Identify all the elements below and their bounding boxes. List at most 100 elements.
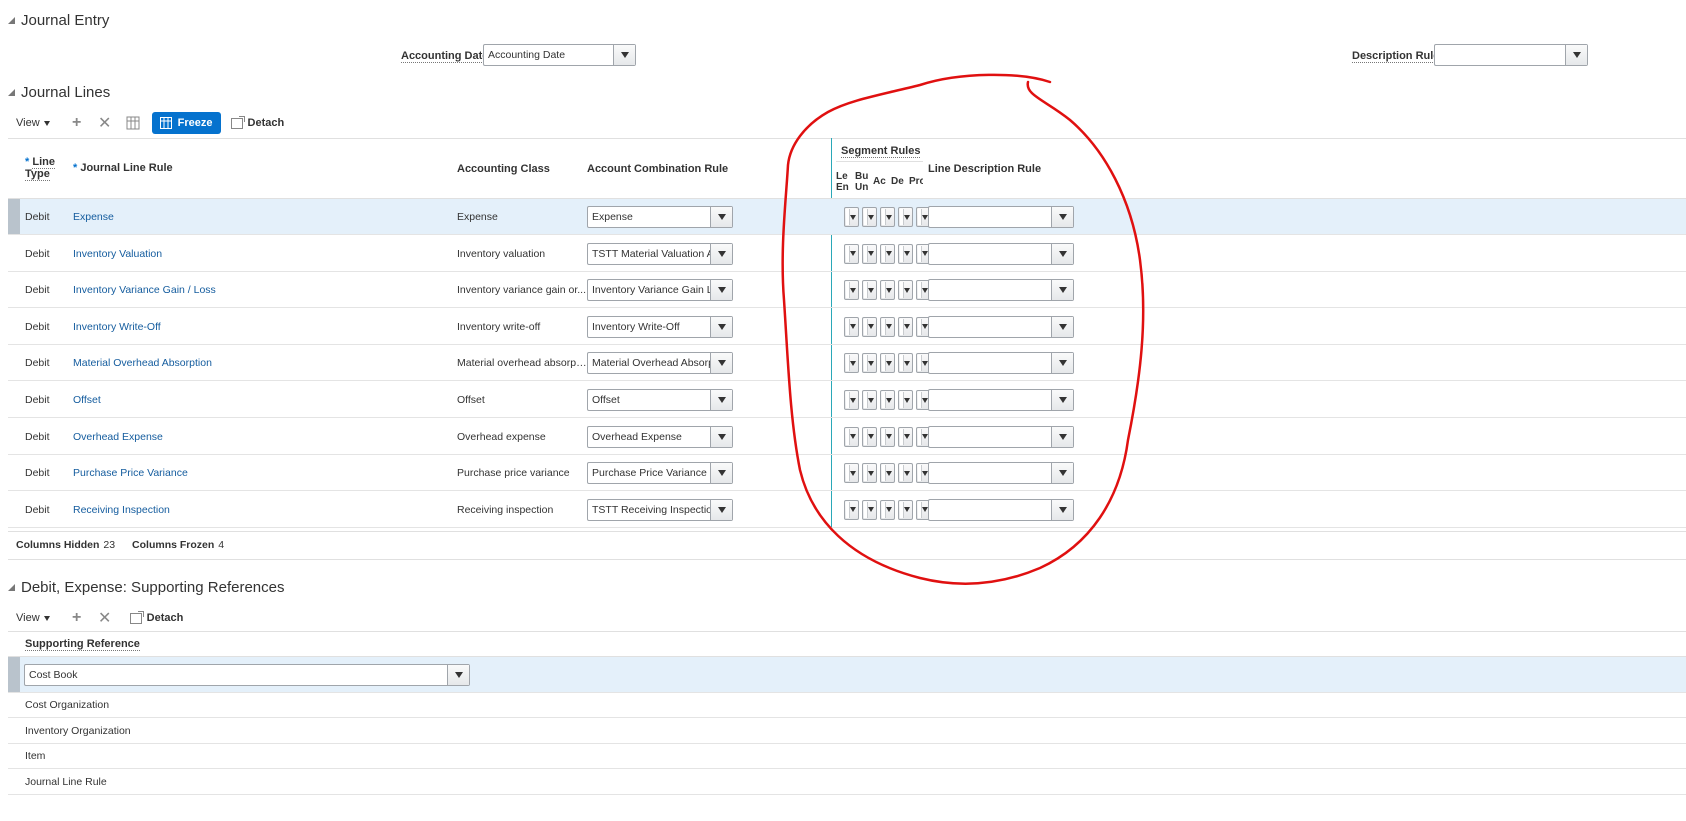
cell-journal-line-rule-link[interactable]: Inventory Write-Off bbox=[73, 309, 433, 345]
segment-rule-select[interactable] bbox=[862, 243, 877, 264]
cell-journal-line-rule-link[interactable]: Material Overhead Absorption bbox=[73, 345, 433, 381]
journal-lines-header[interactable]: Journal Lines bbox=[8, 84, 110, 101]
line-description-rule-select[interactable] bbox=[928, 498, 1074, 521]
list-item[interactable]: Item bbox=[8, 744, 1686, 769]
dropdown-button[interactable] bbox=[710, 353, 732, 374]
dropdown-button[interactable] bbox=[1051, 353, 1073, 374]
account-combination-select[interactable]: Material Overhead Absorpti bbox=[587, 352, 733, 375]
dropdown-button[interactable] bbox=[1051, 499, 1073, 520]
description-rule-select[interactable] bbox=[1434, 44, 1588, 66]
detach-button[interactable]: Detach bbox=[230, 115, 284, 129]
header-journal-line-rule[interactable]: * Journal Line Rule bbox=[73, 162, 173, 174]
dropdown-button[interactable] bbox=[1565, 45, 1587, 65]
header-seg-account[interactable]: Ac bbox=[873, 176, 886, 187]
line-description-rule-select[interactable] bbox=[928, 462, 1074, 485]
account-combination-select[interactable]: Offset bbox=[587, 389, 733, 411]
delete-icon[interactable]: ✕ bbox=[96, 609, 114, 627]
account-combination-select[interactable]: Overhead Expense bbox=[587, 425, 733, 448]
columns-icon[interactable] bbox=[124, 114, 142, 132]
journal-entry-header[interactable]: Journal Entry bbox=[8, 12, 109, 29]
line-description-rule-select[interactable] bbox=[928, 242, 1074, 265]
segment-rule-select[interactable] bbox=[844, 390, 859, 410]
segment-rule-select[interactable] bbox=[880, 280, 895, 301]
dropdown-button[interactable] bbox=[1051, 463, 1073, 484]
line-description-rule-select[interactable] bbox=[928, 389, 1074, 411]
supporting-ref-row-selected[interactable]: Cost Book bbox=[8, 657, 1686, 693]
line-description-rule-select[interactable] bbox=[928, 352, 1074, 375]
segment-rule-select[interactable] bbox=[898, 316, 913, 337]
segment-rule-select[interactable] bbox=[844, 243, 859, 264]
account-combination-select[interactable]: TSTT Material Valuation Ac bbox=[587, 242, 733, 265]
segment-rule-select[interactable] bbox=[862, 426, 877, 447]
segment-rule-select[interactable] bbox=[844, 353, 859, 374]
line-description-rule-select[interactable] bbox=[928, 206, 1074, 228]
cell-journal-line-rule-link[interactable]: Inventory Variance Gain / Loss bbox=[73, 272, 433, 308]
segment-rule-select[interactable] bbox=[898, 426, 913, 447]
delete-icon[interactable]: ✕ bbox=[96, 114, 114, 132]
dropdown-button[interactable] bbox=[710, 426, 732, 447]
segment-rule-select[interactable] bbox=[844, 499, 859, 520]
segment-rule-select[interactable] bbox=[880, 353, 895, 374]
list-item[interactable]: Inventory Organization bbox=[8, 719, 1686, 744]
account-combination-select[interactable]: Inventory Write-Off bbox=[587, 315, 733, 338]
table-row[interactable]: Debit Overhead Expense Overhead expense Ov… bbox=[8, 419, 1686, 455]
dropdown-button[interactable] bbox=[710, 390, 732, 410]
segment-rule-select[interactable] bbox=[844, 280, 859, 301]
segment-rule-select[interactable] bbox=[862, 316, 877, 337]
account-combination-select[interactable]: Expense bbox=[587, 206, 733, 228]
dropdown-button[interactable] bbox=[710, 463, 732, 484]
account-combination-select[interactable]: Inventory Variance Gain Lo bbox=[587, 279, 733, 302]
dropdown-button[interactable] bbox=[710, 316, 732, 337]
line-description-rule-select[interactable] bbox=[928, 315, 1074, 338]
segment-rule-select[interactable] bbox=[862, 390, 877, 410]
segment-rule-select[interactable] bbox=[898, 280, 913, 301]
segment-rule-select[interactable] bbox=[862, 280, 877, 301]
header-seg-department[interactable]: De bbox=[891, 176, 904, 187]
table-row[interactable]: Debit Receiving Inspection Receiving inspe… bbox=[8, 492, 1686, 528]
table-row[interactable]: Debit Inventory Write-Off Inventory write-… bbox=[8, 309, 1686, 345]
segment-rule-select[interactable] bbox=[862, 463, 877, 484]
segment-rule-select[interactable] bbox=[844, 463, 859, 484]
dropdown-button[interactable] bbox=[710, 207, 732, 227]
header-line-description-rule[interactable]: Line Description Rule bbox=[928, 163, 1041, 175]
segment-rule-select[interactable] bbox=[844, 316, 859, 337]
segment-rule-select[interactable] bbox=[862, 353, 877, 374]
dropdown-button[interactable] bbox=[613, 45, 635, 65]
segment-rule-select[interactable] bbox=[880, 316, 895, 337]
account-combination-select[interactable]: TSTT Receiving Inspection bbox=[587, 498, 733, 521]
add-icon[interactable]: + bbox=[68, 609, 86, 627]
header-line-type[interactable]: * Line Type bbox=[25, 156, 55, 181]
cell-journal-line-rule-link[interactable]: Purchase Price Variance bbox=[73, 455, 433, 491]
add-icon[interactable]: + bbox=[68, 114, 86, 132]
dropdown-button[interactable] bbox=[1051, 243, 1073, 264]
header-seg-legal-entity[interactable]: Le En bbox=[836, 171, 849, 193]
dropdown-button[interactable] bbox=[1051, 390, 1073, 410]
header-seg-business-unit[interactable]: Bu Un bbox=[855, 171, 868, 193]
collapse-triangle-icon[interactable] bbox=[8, 17, 15, 24]
detach-button[interactable]: Detach bbox=[129, 610, 183, 624]
header-supporting-reference[interactable]: Supporting Reference bbox=[25, 638, 140, 651]
table-row[interactable]: Debit Purchase Price Variance Purchase pri… bbox=[8, 455, 1686, 492]
supporting-reference-select[interactable]: Cost Book bbox=[24, 664, 470, 686]
accounting-date-select[interactable]: Accounting Date bbox=[483, 44, 636, 66]
segment-rule-select[interactable] bbox=[862, 207, 877, 227]
segment-rule-select[interactable] bbox=[844, 426, 859, 447]
cell-journal-line-rule-link[interactable]: Overhead Expense bbox=[73, 419, 433, 455]
dropdown-button[interactable] bbox=[447, 665, 469, 685]
segment-rule-select[interactable] bbox=[880, 390, 895, 410]
account-combination-select[interactable]: Purchase Price Variance bbox=[587, 462, 733, 485]
dropdown-button[interactable] bbox=[710, 280, 732, 301]
segment-rule-select[interactable] bbox=[880, 463, 895, 484]
table-row[interactable]: Debit Material Overhead Absorption Materia… bbox=[8, 345, 1686, 382]
cell-journal-line-rule-link[interactable]: Offset bbox=[73, 382, 433, 418]
supporting-refs-header[interactable]: Debit, Expense: Supporting References bbox=[8, 579, 285, 596]
segment-rule-select[interactable] bbox=[844, 207, 859, 227]
table-row[interactable]: Debit Expense Expense Expense bbox=[8, 199, 1686, 235]
view-menu[interactable]: View bbox=[16, 117, 50, 129]
freeze-button[interactable]: Freeze bbox=[151, 112, 221, 134]
list-item[interactable]: Journal Line Rule bbox=[8, 770, 1686, 795]
segment-rule-select[interactable] bbox=[880, 426, 895, 447]
dropdown-button[interactable] bbox=[1051, 207, 1073, 227]
segment-rule-select[interactable] bbox=[898, 499, 913, 520]
list-item[interactable]: Cost Organization bbox=[8, 693, 1686, 718]
